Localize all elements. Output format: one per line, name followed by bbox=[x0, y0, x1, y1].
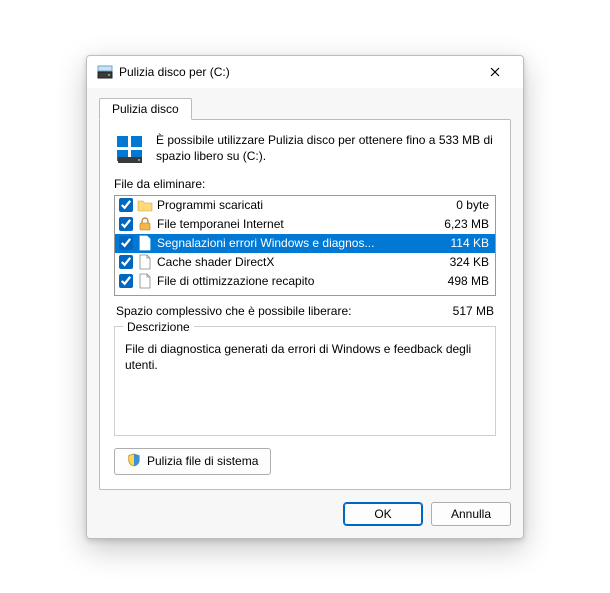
window-title: Pulizia disco per (C:) bbox=[119, 65, 475, 79]
close-button[interactable] bbox=[475, 58, 515, 86]
description-group: Descrizione File di diagnostica generati… bbox=[114, 326, 496, 436]
lock-icon bbox=[137, 216, 153, 232]
cancel-button[interactable]: Annulla bbox=[431, 502, 511, 526]
dialog-body: Pulizia disco È possibile utilizzare Pul… bbox=[87, 88, 523, 538]
total-space-label: Spazio complessivo che è possibile liber… bbox=[116, 304, 351, 318]
file-icon bbox=[137, 273, 153, 289]
file-name: Programmi scaricati bbox=[157, 198, 427, 212]
file-checkbox[interactable] bbox=[119, 198, 133, 212]
tab-disk-cleanup[interactable]: Pulizia disco bbox=[99, 98, 192, 120]
clean-system-files-button[interactable]: Pulizia file di sistema bbox=[114, 448, 271, 475]
clean-system-files-label: Pulizia file di sistema bbox=[147, 454, 258, 468]
description-text: File di diagnostica generati da errori d… bbox=[125, 341, 485, 375]
file-row[interactable]: Segnalazioni errori Windows e diagnos...… bbox=[115, 234, 495, 253]
file-row[interactable]: Programmi scaricati 0 byte bbox=[115, 196, 495, 215]
description-legend: Descrizione bbox=[123, 319, 194, 336]
disk-cleanup-dialog: Pulizia disco per (C:) Pulizia disco bbox=[86, 55, 524, 539]
cleanup-icon bbox=[114, 132, 146, 167]
file-checkbox[interactable] bbox=[119, 217, 133, 231]
tab-strip: Pulizia disco bbox=[99, 96, 511, 120]
file-size: 498 MB bbox=[431, 274, 491, 288]
cancel-button-label: Annulla bbox=[451, 507, 491, 521]
file-name: Cache shader DirectX bbox=[157, 255, 427, 269]
close-icon bbox=[490, 67, 500, 77]
file-size: 114 KB bbox=[431, 236, 491, 250]
shield-icon bbox=[127, 453, 141, 470]
file-checkbox[interactable] bbox=[119, 236, 133, 250]
file-name: File temporanei Internet bbox=[157, 217, 427, 231]
intro-text: È possibile utilizzare Pulizia disco per… bbox=[156, 132, 496, 167]
file-sel-icon bbox=[137, 235, 153, 251]
file-row[interactable]: File temporanei Internet 6,23 MB bbox=[115, 215, 495, 234]
tab-panel: È possibile utilizzare Pulizia disco per… bbox=[99, 119, 511, 490]
file-list[interactable]: Programmi scaricati 0 byte File temporanei… bbox=[114, 195, 496, 296]
file-size: 0 byte bbox=[431, 198, 491, 212]
file-checkbox[interactable] bbox=[119, 274, 133, 288]
file-size: 324 KB bbox=[431, 255, 491, 269]
file-name: File di ottimizzazione recapito bbox=[157, 274, 427, 288]
files-to-delete-label: File da eliminare: bbox=[114, 177, 496, 191]
drive-icon bbox=[97, 64, 113, 80]
file-icon bbox=[137, 254, 153, 270]
dialog-footer: OK Annulla bbox=[99, 502, 511, 526]
ok-button-label: OK bbox=[374, 507, 391, 521]
folder-icon bbox=[137, 197, 153, 213]
file-checkbox[interactable] bbox=[119, 255, 133, 269]
file-size: 6,23 MB bbox=[431, 217, 491, 231]
ok-button[interactable]: OK bbox=[343, 502, 423, 526]
total-space-value: 517 MB bbox=[453, 304, 494, 318]
file-row[interactable]: File di ottimizzazione recapito 498 MB bbox=[115, 272, 495, 291]
titlebar[interactable]: Pulizia disco per (C:) bbox=[87, 56, 523, 88]
file-row[interactable]: Cache shader DirectX 324 KB bbox=[115, 253, 495, 272]
file-name: Segnalazioni errori Windows e diagnos... bbox=[157, 236, 427, 250]
